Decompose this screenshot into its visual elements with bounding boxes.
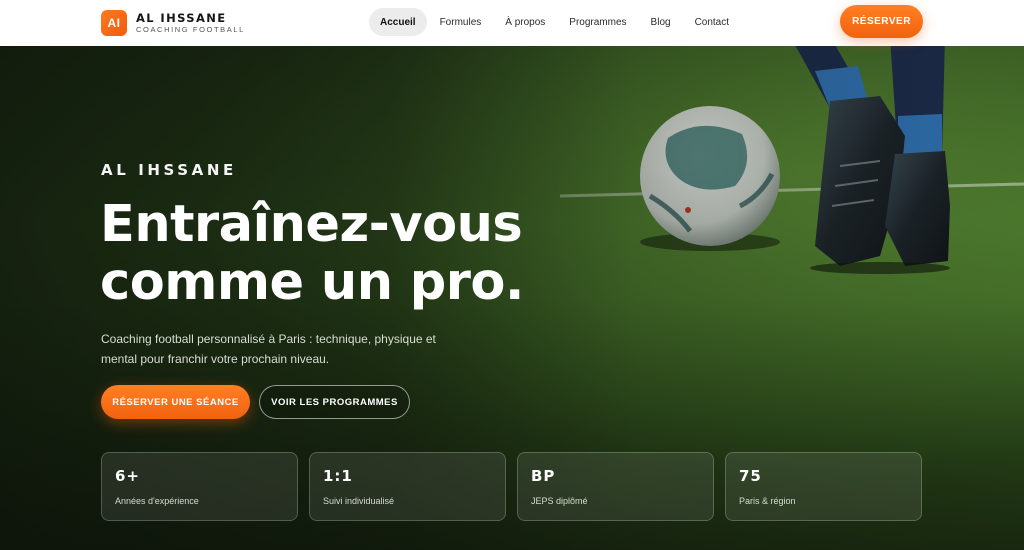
- stats-row: 6+ Années d'expérience 1:1 Suivi individ…: [101, 452, 922, 521]
- main-nav: Accueil Formules À propos Programmes Blo…: [369, 8, 740, 36]
- headline-line-2: comme un pro.: [100, 253, 524, 312]
- stat-value: 1:1: [323, 467, 353, 485]
- nav-item-contact[interactable]: Contact: [684, 8, 740, 36]
- nav-item-blog[interactable]: Blog: [640, 8, 682, 36]
- logo-badge[interactable]: AI: [101, 10, 127, 36]
- hero-eyebrow: AL IHSSANE: [101, 161, 237, 179]
- stat-card: 1:1 Suivi individualisé: [309, 452, 506, 521]
- hero-section: AL IHSSANE Entraînez-vous comme un pro. …: [0, 46, 1024, 550]
- nav-item-accueil[interactable]: Accueil: [369, 8, 427, 36]
- hero-headline: Entraînez-vous comme un pro.: [100, 196, 620, 312]
- stat-card: BP JEPS diplômé: [517, 452, 714, 521]
- book-session-button[interactable]: RÉSERVER UNE SÉANCE: [101, 385, 250, 419]
- reserve-button[interactable]: RÉSERVER: [840, 5, 923, 38]
- stat-label: Suivi individualisé: [323, 496, 395, 506]
- nav-item-programmes[interactable]: Programmes: [558, 8, 637, 36]
- nav-item-formules[interactable]: Formules: [429, 8, 493, 36]
- stat-value: BP: [531, 467, 556, 485]
- stat-label: Années d'expérience: [115, 496, 199, 506]
- nav-item-a-propos[interactable]: À propos: [494, 8, 556, 36]
- stat-value: 6+: [115, 467, 141, 485]
- brand-subtitle: COACHING FOOTBALL: [136, 25, 245, 34]
- stat-card: 75 Paris & région: [725, 452, 922, 521]
- stat-card: 6+ Années d'expérience: [101, 452, 298, 521]
- brand-name: AL IHSSANE: [136, 10, 227, 25]
- stat-value: 75: [739, 467, 762, 485]
- stat-label: JEPS diplômé: [531, 496, 588, 506]
- brand[interactable]: AL IHSSANE COACHING FOOTBALL: [136, 10, 245, 34]
- site-header: AI AL IHSSANE COACHING FOOTBALL Accueil …: [0, 0, 1024, 46]
- stat-label: Paris & région: [739, 496, 796, 506]
- hero-subtitle: Coaching football personnalisé à Paris :…: [101, 332, 436, 366]
- view-programs-button[interactable]: VOIR LES PROGRAMMES: [259, 385, 410, 419]
- headline-line-1: Entraînez-vous: [100, 195, 523, 254]
